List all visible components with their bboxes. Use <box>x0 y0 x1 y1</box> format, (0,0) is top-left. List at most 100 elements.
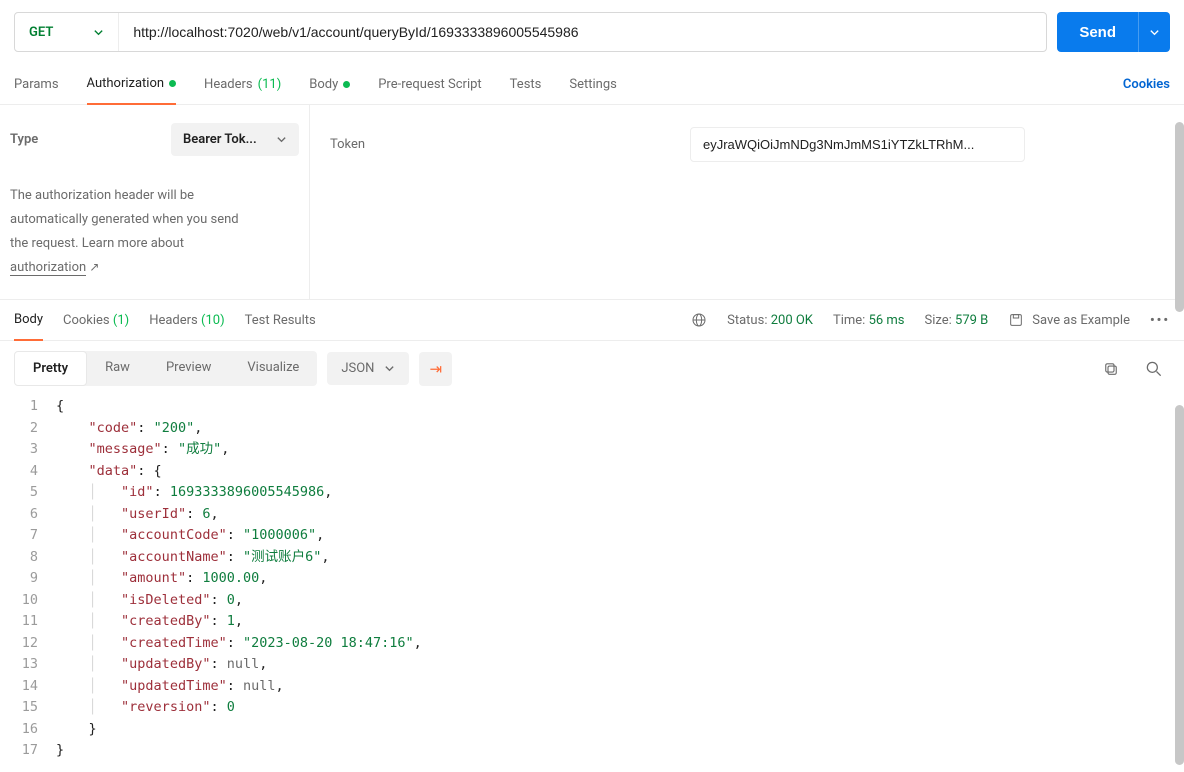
tab-authorization[interactable]: Authorization <box>87 64 177 105</box>
scrollbar-json-viewer[interactable] <box>1175 405 1184 765</box>
line-number: 14 <box>0 676 56 698</box>
token-input[interactable] <box>690 127 1025 162</box>
auth-type-select[interactable]: Bearer Tok... <box>171 123 299 156</box>
authorization-docs-link[interactable]: authorization <box>10 260 86 276</box>
chevron-down-icon <box>93 27 104 38</box>
tab-headers-label: Headers <box>204 77 253 92</box>
code-content: │ "updatedTime": null, <box>56 676 284 698</box>
send-dropdown[interactable] <box>1138 12 1170 52</box>
auth-right-column: Token <box>310 105 1184 299</box>
line-number: 7 <box>0 525 56 547</box>
resp-tab-headers[interactable]: Headers (10) <box>149 301 224 340</box>
json-line: 3 "message": "成功", <box>0 439 1184 461</box>
auth-type-label: Type <box>10 132 38 147</box>
line-number: 1 <box>0 396 56 418</box>
view-raw[interactable]: Raw <box>87 351 148 386</box>
search-icon[interactable] <box>1144 359 1164 379</box>
tab-headers[interactable]: Headers (11) <box>204 65 281 104</box>
viewer-bar: Pretty Raw Preview Visualize JSON ⇥ <box>0 341 1184 396</box>
json-line: 2 "code": "200", <box>0 418 1184 440</box>
json-line: 15 │ "reversion": 0 <box>0 697 1184 719</box>
resp-tab-body[interactable]: Body <box>14 300 43 341</box>
json-line: 5 │ "id": 1693333896005545986, <box>0 482 1184 504</box>
view-visualize[interactable]: Visualize <box>229 351 317 386</box>
url-input[interactable] <box>119 24 1046 40</box>
json-line: 14 │ "updatedTime": null, <box>0 676 1184 698</box>
line-number: 3 <box>0 439 56 461</box>
view-mode-tabs: Pretty Raw Preview Visualize <box>14 351 317 386</box>
tab-body-label: Body <box>309 77 338 92</box>
tab-prescript[interactable]: Pre-request Script <box>378 65 481 104</box>
token-label: Token <box>330 137 670 152</box>
line-number: 6 <box>0 504 56 526</box>
json-line: 10 │ "isDeleted": 0, <box>0 590 1184 612</box>
http-method-label: GET <box>29 25 53 40</box>
tab-tests[interactable]: Tests <box>510 65 542 104</box>
json-line: 6 │ "userId": 6, <box>0 504 1184 526</box>
resp-tab-tests[interactable]: Test Results <box>245 301 316 340</box>
json-line: 12 │ "createdTime": "2023-08-20 18:47:16… <box>0 633 1184 655</box>
line-number: 5 <box>0 482 56 504</box>
code-content: } <box>56 719 97 741</box>
scrollbar-auth-panel[interactable] <box>1175 122 1184 312</box>
more-options-button[interactable]: ••• <box>1150 313 1170 328</box>
view-pretty[interactable]: Pretty <box>14 351 87 386</box>
size-meta: Size: 579 B <box>925 313 989 328</box>
headers-count: (11) <box>258 77 282 92</box>
json-line: 16 } <box>0 719 1184 741</box>
tab-body[interactable]: Body <box>309 65 350 104</box>
tab-params[interactable]: Params <box>14 65 59 104</box>
authorization-panel: Type Bearer Tok... The authorization hea… <box>0 105 1184 300</box>
auth-help-text: The authorization header will be automat… <box>10 184 299 280</box>
globe-icon[interactable] <box>691 312 707 328</box>
line-number: 15 <box>0 697 56 719</box>
send-button[interactable]: Send <box>1057 12 1138 52</box>
json-line: 1{ <box>0 396 1184 418</box>
line-number: 16 <box>0 719 56 741</box>
line-number: 8 <box>0 547 56 569</box>
cookies-link[interactable]: Cookies <box>1123 77 1170 92</box>
code-content: { <box>56 396 64 418</box>
active-dot-icon <box>169 80 176 87</box>
view-preview[interactable]: Preview <box>148 351 229 386</box>
external-link-icon: ↗ <box>89 260 99 274</box>
wrap-lines-button[interactable]: ⇥ <box>419 352 452 386</box>
send-button-group: Send <box>1057 12 1170 52</box>
json-line: 11 │ "createdBy": 1, <box>0 611 1184 633</box>
line-number: 12 <box>0 633 56 655</box>
json-response-viewer[interactable]: 1{2 "code": "200",3 "message": "成功",4 "d… <box>0 396 1184 772</box>
request-bar: GET Send <box>0 0 1184 64</box>
code-content: │ "updatedBy": null, <box>56 654 267 676</box>
auth-type-value: Bearer Tok... <box>183 132 257 147</box>
copy-icon[interactable] <box>1102 360 1120 378</box>
tab-settings[interactable]: Settings <box>569 65 616 104</box>
code-content: │ "accountCode": "1000006", <box>56 525 324 547</box>
format-select[interactable]: JSON <box>327 352 409 385</box>
time-meta: Time: 56 ms <box>833 313 905 328</box>
tab-auth-label: Authorization <box>87 76 165 91</box>
code-content: │ "isDeleted": 0, <box>56 590 243 612</box>
line-number: 9 <box>0 568 56 590</box>
save-as-example-button[interactable]: Save as Example <box>1008 312 1130 328</box>
code-content: │ "userId": 6, <box>56 504 219 526</box>
chevron-down-icon <box>384 363 395 374</box>
line-number: 11 <box>0 611 56 633</box>
wrap-icon: ⇥ <box>429 360 442 378</box>
json-line: 9 │ "amount": 1000.00, <box>0 568 1184 590</box>
resp-tab-cookies[interactable]: Cookies (1) <box>63 301 129 340</box>
method-url-group: GET <box>14 12 1047 52</box>
http-method-select[interactable]: GET <box>15 13 119 51</box>
save-icon <box>1008 312 1024 328</box>
code-content: │ "createdTime": "2023-08-20 18:47:16", <box>56 633 422 655</box>
json-line: 4 "data": { <box>0 461 1184 483</box>
json-line: 13 │ "updatedBy": null, <box>0 654 1184 676</box>
status-meta: Status: 200 OK <box>727 313 813 328</box>
code-content: "data": { <box>56 461 162 483</box>
code-content: } <box>56 740 64 762</box>
active-dot-icon <box>343 81 350 88</box>
line-number: 10 <box>0 590 56 612</box>
code-content: │ "createdBy": 1, <box>56 611 243 633</box>
request-tabs: Params Authorization Headers (11) Body P… <box>0 64 1184 105</box>
line-number: 17 <box>0 740 56 762</box>
line-number: 4 <box>0 461 56 483</box>
